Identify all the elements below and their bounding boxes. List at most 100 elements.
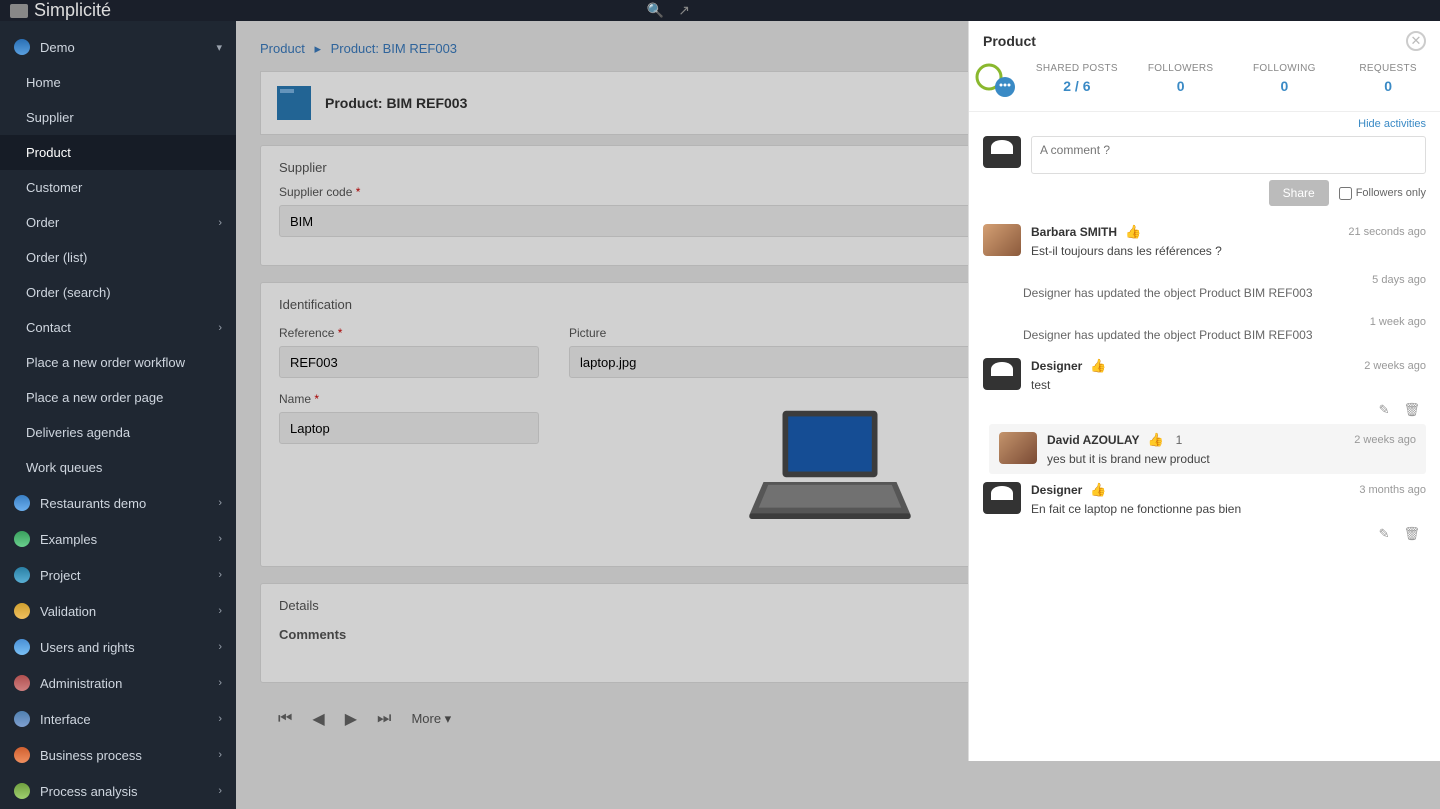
- reference-input[interactable]: [279, 346, 539, 378]
- sidebar-item-contact[interactable]: Contact›: [0, 310, 236, 345]
- followers-value: 0: [1129, 78, 1233, 94]
- system-post: 5 days agoDesigner has updated the objec…: [969, 266, 1440, 308]
- breadcrumb-root[interactable]: Product: [260, 41, 305, 56]
- sidebar-item-demo[interactable]: Demo▾: [0, 29, 236, 65]
- sidebar-item-project[interactable]: Project›: [0, 557, 236, 593]
- post-author: Designer: [1031, 483, 1082, 497]
- sidebar-item-place-page[interactable]: Place a new order page: [0, 380, 236, 415]
- system-post: 1 week agoDesigner has updated the objec…: [969, 308, 1440, 350]
- close-icon[interactable]: ✕: [1406, 31, 1426, 51]
- product-icon: [277, 86, 311, 120]
- current-user-avatar: [983, 136, 1021, 168]
- share-button[interactable]: Share: [1269, 180, 1329, 206]
- post-author: David AZOULAY: [1047, 433, 1139, 447]
- last-page-icon[interactable]: ⏭: [377, 710, 391, 728]
- sidebar-item-order-search[interactable]: Order (search): [0, 275, 236, 310]
- post-time: 1 week ago: [1370, 316, 1426, 328]
- app-name: Simplicité: [34, 0, 111, 21]
- avatar: [983, 224, 1021, 256]
- sidebar-item-business[interactable]: Business process›: [0, 737, 236, 773]
- globe-icon: [14, 39, 30, 55]
- globe-icon: [14, 567, 30, 583]
- hide-activities-link[interactable]: Hide activities: [969, 112, 1440, 132]
- check-icon: [14, 603, 30, 619]
- sidebar-item-home[interactable]: Home: [0, 65, 236, 100]
- post: David AZOULAY👍12 weeks agoyes but it is …: [989, 424, 1426, 474]
- sidebar-item-administration[interactable]: Administration›: [0, 665, 236, 701]
- external-link-icon[interactable]: ↗: [678, 2, 690, 19]
- chevron-right-icon: ›: [218, 641, 222, 653]
- sidebar-item-customer[interactable]: Customer: [0, 170, 236, 205]
- requests-label: REQUESTS: [1336, 63, 1440, 74]
- post-author: Designer: [1031, 359, 1082, 373]
- sidebar-item-order-list[interactable]: Order (list): [0, 240, 236, 275]
- delete-post-icon[interactable]: 🗑: [1403, 402, 1420, 418]
- like-icon[interactable]: 👍: [1090, 358, 1106, 374]
- shared-posts-label: SHARED POSTS: [1025, 63, 1129, 74]
- globe-icon: [14, 495, 30, 511]
- followers-only-label[interactable]: Followers only: [1339, 187, 1426, 200]
- like-count: 1: [1176, 433, 1183, 447]
- sidebar-item-place-workflow[interactable]: Place a new order workflow: [0, 345, 236, 380]
- post-text: test: [1031, 378, 1426, 392]
- sidebar-item-supplier[interactable]: Supplier: [0, 100, 236, 135]
- topbar: Simplicité 🔍 ↗: [0, 0, 1440, 21]
- activity-icon: [969, 63, 1025, 99]
- like-icon[interactable]: 👍: [1147, 432, 1163, 448]
- comment-input[interactable]: [1031, 136, 1426, 174]
- post-time: 3 months ago: [1359, 484, 1426, 496]
- sidebar-item-order[interactable]: Order›: [0, 205, 236, 240]
- chevron-right-icon: ›: [218, 497, 222, 509]
- breadcrumb-current[interactable]: Product: BIM REF003: [331, 41, 457, 56]
- avatar: [999, 432, 1037, 464]
- post-text: Designer has updated the object Product …: [1023, 286, 1426, 300]
- gear-icon: [14, 675, 30, 691]
- avatar: [983, 358, 1021, 390]
- sidebar-item-work-queues[interactable]: Work queues: [0, 450, 236, 485]
- next-page-icon[interactable]: ▶: [345, 709, 357, 729]
- sidebar-item-examples[interactable]: Examples›: [0, 521, 236, 557]
- first-page-icon[interactable]: ⏮: [278, 710, 292, 728]
- post-time: 2 weeks ago: [1364, 360, 1426, 372]
- sidebar-item-restaurants[interactable]: Restaurants demo›: [0, 485, 236, 521]
- like-icon[interactable]: 👍: [1125, 224, 1141, 240]
- chevron-right-icon: ›: [218, 785, 222, 797]
- sidebar-item-process[interactable]: Process analysis›: [0, 773, 236, 809]
- followers-label: FOLLOWERS: [1129, 63, 1233, 74]
- supplier-code-input[interactable]: [279, 205, 1033, 237]
- post-author: Barbara SMITH: [1031, 225, 1117, 239]
- name-input[interactable]: [279, 412, 539, 444]
- users-icon: [14, 639, 30, 655]
- edit-post-icon[interactable]: ✎: [1379, 526, 1390, 542]
- followers-only-checkbox[interactable]: [1339, 187, 1352, 200]
- chevron-right-icon: ›: [218, 605, 222, 617]
- post-text: Designer has updated the object Product …: [1023, 328, 1426, 342]
- prev-page-icon[interactable]: ◀: [312, 709, 324, 729]
- identification-title: Identification: [279, 297, 352, 312]
- sidebar-item-product[interactable]: Product: [0, 135, 236, 170]
- chevron-right-icon: ›: [218, 569, 222, 581]
- edit-post-icon[interactable]: ✎: [1379, 402, 1390, 418]
- post-time: 21 seconds ago: [1348, 226, 1426, 238]
- post-text: En fait ce laptop ne fonctionne pas bien: [1031, 502, 1426, 516]
- sidebar-item-interface[interactable]: Interface›: [0, 701, 236, 737]
- delete-post-icon[interactable]: 🗑: [1403, 526, 1420, 542]
- like-icon[interactable]: 👍: [1090, 482, 1106, 498]
- more-button[interactable]: More ▾: [411, 711, 451, 727]
- chevron-right-icon: ›: [218, 677, 222, 689]
- sidebar-item-users[interactable]: Users and rights›: [0, 629, 236, 665]
- picture-input[interactable]: [569, 346, 1006, 378]
- chevron-down-icon: ▾: [216, 41, 222, 54]
- shared-posts-value: 2 / 6: [1025, 78, 1129, 94]
- activity-panel: Product ✕ SHARED POSTS2 / 6 FOLLOWERS0 F…: [968, 21, 1440, 761]
- workflow-icon: [14, 747, 30, 763]
- name-label: Name *: [279, 392, 539, 406]
- post: Barbara SMITH👍21 seconds agoEst-il toujo…: [969, 216, 1440, 266]
- app-logo: Simplicité: [10, 0, 111, 21]
- chevron-right-icon: ›: [218, 217, 222, 229]
- sidebar-item-validation[interactable]: Validation›: [0, 593, 236, 629]
- search-icon[interactable]: 🔍: [647, 2, 664, 19]
- sidebar-item-deliveries[interactable]: Deliveries agenda: [0, 415, 236, 450]
- flask-icon: [14, 531, 30, 547]
- breadcrumb-separator-icon: ▸: [314, 41, 321, 56]
